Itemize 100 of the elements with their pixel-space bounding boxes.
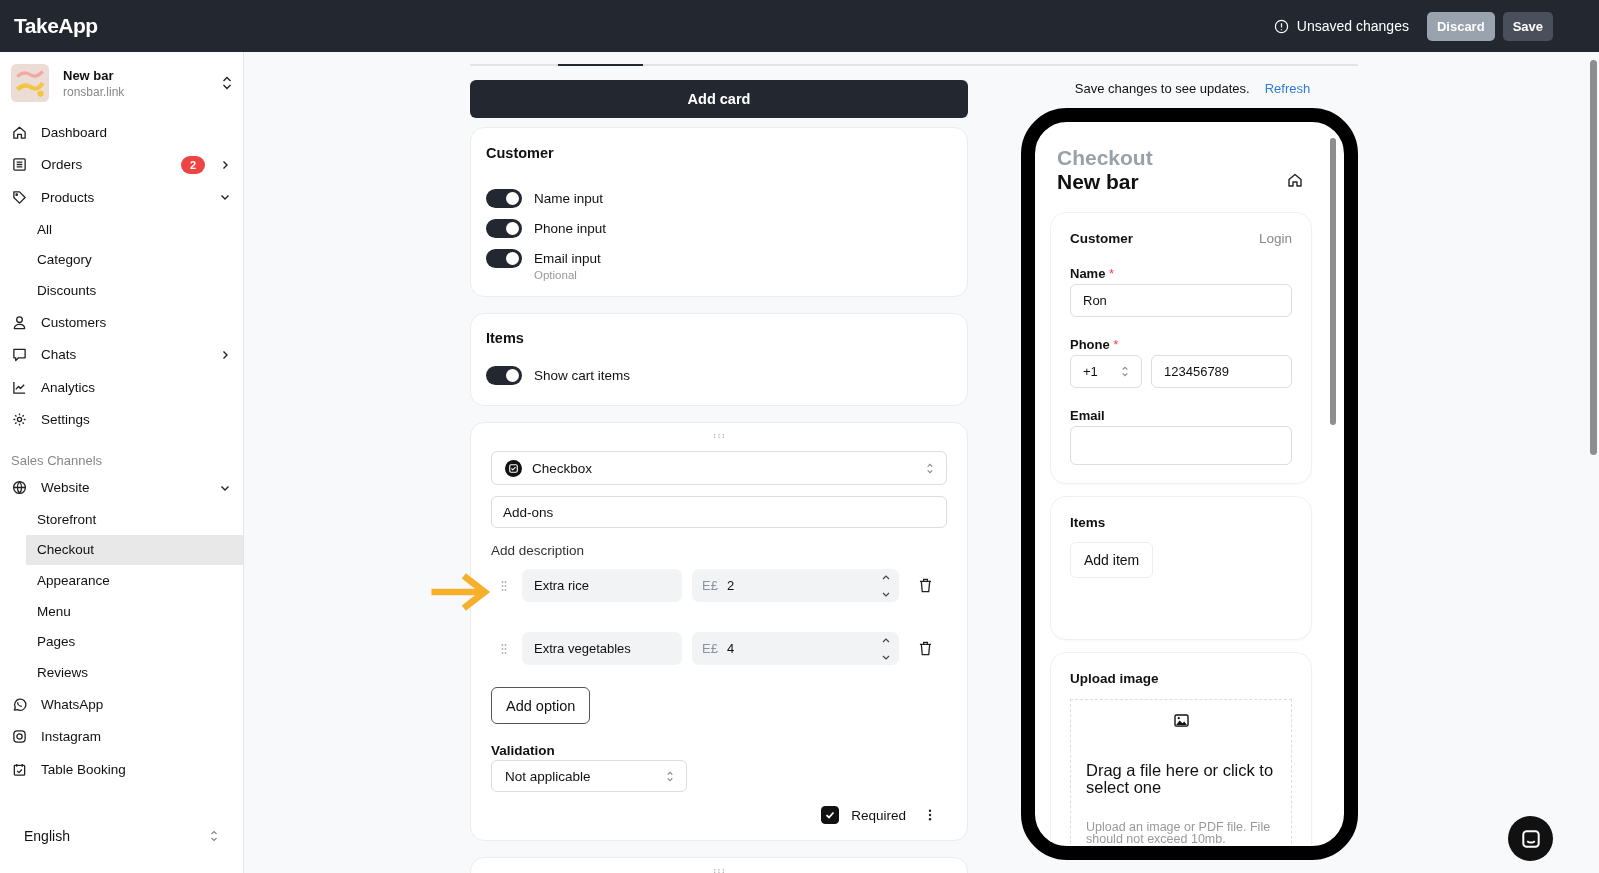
name-field[interactable]: Ron: [1070, 284, 1292, 317]
nav-subitem[interactable]: Reviews: [26, 657, 243, 688]
add-item-button[interactable]: Add item: [1070, 542, 1154, 578]
camera-icon: [12, 729, 27, 745]
nav-item[interactable]: WhatsApp: [0, 687, 243, 721]
card-title: Items: [486, 330, 525, 346]
nav-item[interactable]: Table Booking: [0, 753, 243, 786]
up-down-icon: [1121, 365, 1129, 378]
check-icon: [824, 809, 837, 821]
switcher-icon[interactable]: [222, 75, 232, 91]
toggle-label: Show cart items: [534, 367, 631, 383]
nav-item[interactable]: Customers: [0, 305, 243, 339]
nav-subitem[interactable]: Checkout: [26, 534, 243, 566]
image-icon: [1173, 714, 1189, 727]
nav-item[interactable]: Settings: [0, 403, 243, 437]
delete-icon[interactable]: [919, 641, 932, 656]
nav-item[interactable]: Chats: [0, 338, 243, 372]
toggle-label: Name input: [534, 190, 604, 206]
nav-subitem[interactable]: Storefront: [26, 503, 243, 535]
nav-subitem[interactable]: Menu: [26, 595, 243, 627]
toggle-switch[interactable]: [486, 365, 522, 385]
pointer-arrow: [429, 572, 491, 612]
nav-item[interactable]: Instagram: [0, 720, 243, 754]
preview-note: Save changes to see updates.: [1074, 81, 1250, 96]
header-button[interactable]: Save: [1502, 11, 1553, 41]
home-icon[interactable]: [1287, 172, 1303, 188]
count-badge: 2: [180, 155, 205, 174]
nav-item[interactable]: Orders 2: [0, 148, 243, 182]
up-down-icon: [210, 828, 218, 843]
nav-subitem[interactable]: Appearance: [26, 565, 243, 596]
card-title: Customer: [486, 145, 555, 161]
store-title: New bar: [1057, 170, 1140, 194]
country-code-select[interactable]: +1: [1070, 355, 1142, 388]
nav-subitem[interactable]: Category: [26, 244, 243, 276]
nav-subitem[interactable]: All: [26, 213, 243, 245]
up-down-icon: [926, 461, 934, 475]
refresh-link[interactable]: Refresh: [1264, 81, 1311, 96]
add-option-button[interactable]: Add option: [491, 687, 591, 724]
globe-icon: [12, 480, 27, 495]
drop-zone[interactable]: Drag a file here or click to select one Upload an image or PDF file. File should not exceed 10mb.: [1070, 699, 1292, 846]
calendar-icon: [12, 761, 27, 777]
nav-item[interactable]: Analytics: [0, 371, 243, 404]
checkbox-label: Required: [851, 807, 906, 823]
page-heading: Checkout: [1057, 146, 1153, 170]
delete-icon[interactable]: [919, 578, 932, 593]
toggle-switch[interactable]: [486, 248, 522, 268]
store-domain: ronsbar.link: [63, 84, 126, 99]
phone-bubble-icon: [12, 696, 27, 712]
card-title: Items: [1070, 515, 1107, 530]
nav-subitem[interactable]: Discounts: [26, 275, 243, 306]
field-label: Name *: [1070, 266, 1116, 281]
list-icon: [12, 157, 27, 173]
validation-select[interactable]: Not applicable: [491, 760, 687, 792]
section-heading: Sales Channels: [11, 453, 104, 469]
more-icon[interactable]: [928, 809, 932, 821]
language-select[interactable]: English: [24, 827, 218, 844]
nav-item[interactable]: Website: [0, 471, 243, 504]
price-field[interactable]: E£ 2: [692, 569, 899, 602]
nav-item[interactable]: Dashboard: [0, 116, 243, 149]
tag-icon: [12, 190, 27, 205]
option-name-field[interactable]: Extra rice: [522, 569, 682, 602]
type-select[interactable]: Checkbox: [491, 451, 947, 485]
hint-text: Upload an image or PDF file. File should not exceed 10mb.: [1086, 820, 1272, 846]
checkbox-icon: [505, 459, 522, 477]
settings-icon: [12, 412, 27, 428]
toggle-switch[interactable]: [486, 188, 522, 208]
field-label: Validation: [491, 743, 556, 758]
drag-handle-icon[interactable]: [713, 433, 725, 439]
price-field[interactable]: E£ 4: [692, 632, 899, 665]
scrollbar[interactable]: [1587, 52, 1599, 873]
field-label: Phone *: [1070, 337, 1120, 352]
chat-button[interactable]: [1508, 816, 1553, 861]
store-name: New bar: [63, 67, 115, 83]
drag-handle-icon[interactable]: [501, 642, 507, 655]
email-field[interactable]: [1070, 426, 1292, 465]
app-logo: TakeApp: [14, 14, 98, 38]
drag-handle-icon[interactable]: [713, 868, 725, 873]
field-label: Email: [1070, 408, 1106, 423]
toggle-label: Email input: [534, 250, 601, 266]
option-name-field[interactable]: Extra vegetables: [522, 632, 682, 665]
title-field[interactable]: Add-ons: [491, 496, 947, 528]
checkbox[interactable]: [821, 806, 840, 824]
card-title: Upload image: [1070, 671, 1160, 686]
info-icon: [1273, 18, 1289, 34]
scrollbar[interactable]: [1330, 138, 1336, 425]
nav-item[interactable]: Products: [0, 181, 243, 214]
login-link[interactable]: Login: [1258, 231, 1292, 246]
add-card-button[interactable]: Add card: [470, 80, 968, 118]
drop-zone-text: Drag a file here or click to select one: [1086, 762, 1275, 797]
hint-text: Optional: [534, 269, 578, 281]
add-description-link[interactable]: Add description: [491, 543, 947, 558]
chat-icon: [1519, 827, 1542, 850]
phone-field[interactable]: 123456789: [1151, 355, 1292, 388]
status-text: Unsaved changes: [1296, 18, 1409, 34]
drag-handle-icon[interactable]: [501, 579, 507, 592]
chart-icon: [12, 379, 27, 395]
up-down-icon: [666, 769, 674, 783]
card-title: Customer: [1070, 231, 1133, 246]
nav-subitem[interactable]: Pages: [26, 626, 243, 658]
toggle-switch[interactable]: [486, 218, 522, 238]
